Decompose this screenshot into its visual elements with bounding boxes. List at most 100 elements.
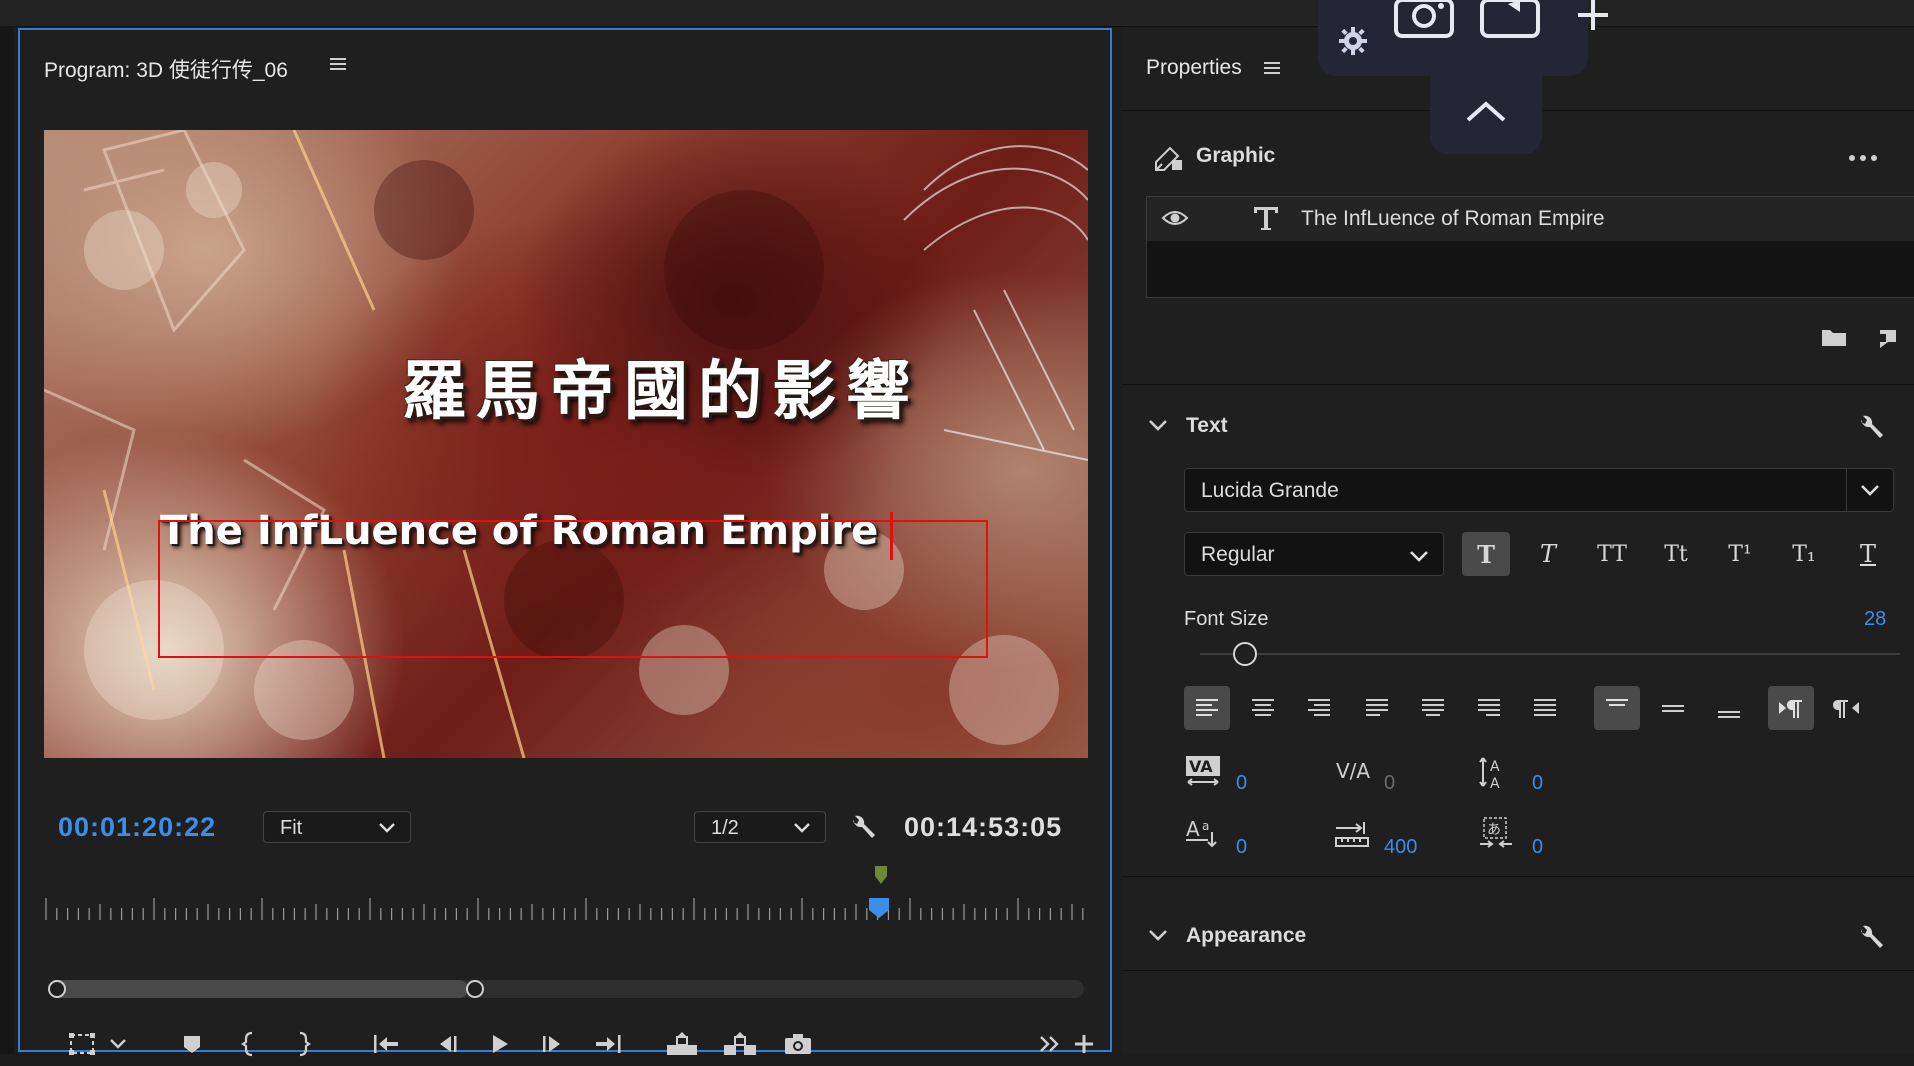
svg-text:あ: あ — [1487, 822, 1501, 838]
svg-text:A: A — [1490, 759, 1500, 775]
time-ruler[interactable] — [44, 890, 1088, 938]
svg-text:V/A: V/A — [1336, 759, 1370, 783]
underline-button[interactable]: T — [1844, 532, 1892, 576]
text-bounding-box[interactable] — [158, 520, 988, 658]
extract-icon[interactable] — [720, 1022, 760, 1066]
panel-menu-icon[interactable] — [330, 56, 352, 76]
leading-icon: AA — [1478, 754, 1514, 792]
playhead[interactable] — [868, 898, 890, 918]
more-options-icon[interactable] — [1848, 154, 1878, 162]
text-layer-icon — [1251, 203, 1281, 233]
justify-right-icon[interactable] — [1466, 686, 1512, 730]
playback-resolution-select[interactable]: 1/2 — [694, 811, 826, 843]
capture-toolbar-collapse-tab[interactable] — [1430, 70, 1542, 154]
align-middle-icon[interactable] — [1650, 686, 1696, 730]
left-panel-edge — [0, 26, 14, 1054]
align-bottom-icon[interactable] — [1706, 686, 1752, 730]
font-style-select[interactable]: Regular — [1184, 532, 1444, 576]
right-to-left-icon[interactable] — [1824, 686, 1870, 730]
text-section-label[interactable]: Text — [1186, 414, 1228, 438]
align-top-icon[interactable] — [1594, 686, 1640, 730]
layer-row[interactable]: The InfLuence of Roman Empire — [1147, 197, 1914, 241]
chevron-down-icon — [794, 823, 810, 833]
chevron-down-icon[interactable] — [1148, 418, 1168, 432]
zoom-scrollbar-range[interactable] — [50, 980, 468, 998]
font-size-slider-track[interactable] — [1200, 653, 1900, 655]
chevron-down-icon[interactable] — [1148, 928, 1168, 942]
add-button-icon[interactable] — [1064, 1022, 1104, 1066]
folder-icon[interactable] — [1820, 326, 1848, 348]
step-forward-icon[interactable] — [532, 1022, 572, 1066]
program-monitor-panel: Program: 3D 使徒行传_06 羅馬帝國的影響 The InfLuenc… — [18, 28, 1112, 1057]
new-layer-icon[interactable] — [1874, 326, 1898, 350]
video-preview[interactable]: 羅馬帝國的影響 The InfLuence of Roman Empire — [44, 130, 1088, 758]
tracking-icon: VA — [1184, 754, 1224, 788]
font-family-value: Lucida Grande — [1201, 479, 1339, 502]
small-caps-button[interactable]: Tt — [1652, 532, 1700, 576]
transport-controls — [44, 1022, 1093, 1066]
current-timecode[interactable]: 00:01:20:22 — [58, 812, 216, 843]
svg-text:VA: VA — [1189, 757, 1213, 776]
faux-italic-button[interactable]: T — [1524, 532, 1572, 576]
all-caps-button[interactable]: TT — [1588, 532, 1636, 576]
wrench-icon[interactable] — [848, 814, 878, 844]
gear-icon[interactable] — [1338, 26, 1368, 56]
wrench-icon[interactable] — [1856, 924, 1886, 954]
properties-title[interactable]: Properties — [1146, 56, 1242, 80]
align-center-icon[interactable] — [1240, 686, 1286, 730]
lift-icon[interactable] — [662, 1022, 702, 1066]
screenshot-camera-icon[interactable] — [1394, 0, 1454, 40]
tracking-value[interactable]: 0 — [1236, 772, 1247, 795]
add-marker-icon[interactable] — [172, 1022, 212, 1066]
justify-all-icon[interactable] — [1522, 686, 1568, 730]
faux-bold-button[interactable]: T — [1462, 532, 1510, 576]
properties-panel: Properties Graphic The InfLuence of Roma… — [1122, 28, 1914, 1054]
zoom-handle-right[interactable] — [466, 980, 484, 998]
justify-center-icon[interactable] — [1410, 686, 1456, 730]
align-right-icon[interactable] — [1296, 686, 1342, 730]
go-to-in-icon[interactable] — [366, 1022, 406, 1066]
chevron-down-icon[interactable] — [98, 1022, 138, 1066]
appearance-section-label[interactable]: Appearance — [1186, 924, 1306, 948]
subscript-button[interactable]: T₁ — [1780, 532, 1828, 576]
tsume-value[interactable]: 0 — [1532, 836, 1543, 859]
tab-width-value[interactable]: 400 — [1384, 836, 1417, 859]
button-editor-icon[interactable] — [62, 1022, 102, 1066]
svg-text:A: A — [1186, 817, 1200, 841]
zoom-handle-left[interactable] — [48, 980, 66, 998]
playback-resolution-value: 1/2 — [711, 817, 739, 839]
justify-left-icon[interactable] — [1354, 686, 1400, 730]
step-back-icon[interactable] — [428, 1022, 468, 1066]
chevron-down-icon[interactable] — [1846, 469, 1893, 511]
camera-icon[interactable] — [778, 1022, 818, 1066]
zoom-level-select[interactable]: Fit — [263, 811, 411, 843]
font-size-slider-thumb[interactable] — [1233, 642, 1257, 666]
superscript-button[interactable]: T¹ — [1716, 532, 1764, 576]
screen-record-icon[interactable] — [1480, 0, 1542, 40]
divider — [1122, 876, 1914, 877]
overlay-chinese-title: 羅馬帝國的影響 — [402, 355, 920, 429]
divider — [1122, 970, 1914, 971]
kerning-value[interactable]: 0 — [1384, 772, 1395, 795]
chevron-up-icon — [1466, 101, 1506, 122]
play-icon[interactable] — [480, 1022, 520, 1066]
marker-icon[interactable] — [873, 864, 889, 888]
go-to-out-icon[interactable] — [588, 1022, 628, 1066]
mark-in-icon[interactable] — [228, 1022, 268, 1066]
font-size-value[interactable]: 28 — [1864, 608, 1886, 631]
program-monitor-title[interactable]: Program: 3D 使徒行传_06 — [44, 54, 288, 84]
add-icon[interactable] — [1576, 0, 1610, 34]
mark-out-icon[interactable] — [284, 1022, 324, 1066]
tsume-icon: あ — [1478, 816, 1516, 850]
panel-menu-icon[interactable] — [1264, 60, 1282, 76]
divider — [1122, 384, 1914, 385]
duration-timecode: 00:14:53:05 — [904, 812, 1063, 842]
leading-value[interactable]: 0 — [1532, 772, 1543, 795]
eye-icon[interactable] — [1161, 209, 1189, 227]
align-left-icon[interactable] — [1184, 686, 1230, 730]
baseline-shift-value[interactable]: 0 — [1236, 836, 1247, 859]
video-background-art — [44, 130, 1088, 758]
left-to-right-icon[interactable] — [1768, 686, 1814, 730]
wrench-icon[interactable] — [1856, 414, 1886, 444]
font-family-select[interactable]: Lucida Grande — [1184, 468, 1894, 512]
